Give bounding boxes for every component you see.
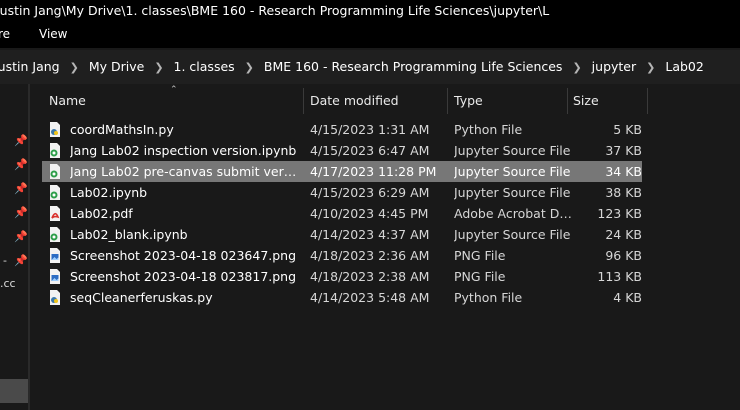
notebook-file-icon: [50, 227, 60, 242]
sidebar-item-fragment[interactable]: -: [3, 254, 7, 267]
file-size: 96 KB: [605, 248, 642, 263]
file-type: Jupyter Source File: [454, 227, 571, 242]
pin-icon[interactable]: 📌: [14, 254, 28, 267]
file-name: Screenshot 2023-04-18 023817.png: [70, 269, 297, 284]
pin-icon[interactable]: 📌: [14, 230, 28, 243]
menu-item-view[interactable]: View: [39, 27, 67, 41]
file-row[interactable]: Lab02_blank.ipynb 4/14/2023 4:37 AM Jupy…: [42, 224, 642, 245]
menu-bar: re View: [0, 22, 740, 48]
file-row-selected[interactable]: Jang Lab02 pre-canvas submit version.ipy…: [42, 161, 642, 182]
python-file-icon: [50, 122, 60, 137]
file-row[interactable]: Lab02.ipynb 4/15/2023 6:29 AM Jupyter So…: [42, 182, 642, 203]
python-file-icon: [50, 290, 60, 305]
file-type: PNG File: [454, 269, 506, 284]
file-size: 123 KB: [597, 206, 642, 221]
file-name: Lab02_blank.ipynb: [70, 227, 188, 242]
pin-icon[interactable]: 📌: [14, 158, 28, 171]
file-size: 113 KB: [597, 269, 642, 284]
sort-ascending-icon: ⌃: [170, 85, 178, 95]
file-date: 4/15/2023 6:47 AM: [310, 143, 430, 158]
file-row[interactable]: Jang Lab02 inspection version.ipynb 4/15…: [42, 140, 642, 161]
file-date: 4/10/2023 4:45 PM: [310, 206, 429, 221]
notebook-file-icon: [50, 185, 60, 200]
breadcrumb-my-drive[interactable]: My Drive: [89, 59, 144, 74]
file-type: Adobe Acrobat Document: [454, 206, 574, 221]
file-name: Lab02.pdf: [70, 206, 133, 221]
file-row[interactable]: Screenshot 2023-04-18 023647.png 4/18/20…: [42, 245, 642, 266]
column-header: ⌃ Name Date modified Type Size: [30, 85, 650, 114]
file-size: 37 KB: [605, 143, 642, 158]
file-size: 4 KB: [613, 290, 642, 305]
file-type: Jupyter Source File: [454, 143, 571, 158]
file-type: Jupyter Source File: [454, 164, 571, 179]
notebook-file-icon: [50, 143, 60, 158]
file-list: ⌃ Name Date modified Type Size coordMath…: [30, 84, 740, 410]
image-file-icon: [50, 269, 60, 284]
chevron-right-icon[interactable]: ❯: [70, 61, 79, 74]
pdf-file-icon: [50, 206, 60, 221]
image-file-icon: [50, 248, 60, 263]
column-size[interactable]: Size: [573, 93, 599, 108]
breadcrumb-jupyter[interactable]: jupyter: [592, 59, 636, 74]
file-date: 4/15/2023 1:31 AM: [310, 122, 430, 137]
file-type: Python File: [454, 122, 523, 137]
file-type: Jupyter Source File: [454, 185, 571, 200]
file-date: 4/14/2023 5:48 AM: [310, 290, 430, 305]
file-date: 4/15/2023 6:29 AM: [310, 185, 430, 200]
file-row[interactable]: seqCleanerferuskas.py 4/14/2023 5:48 AM …: [42, 287, 642, 308]
pin-icon[interactable]: 📌: [14, 134, 28, 147]
file-date: 4/17/2023 11:28 PM: [310, 164, 437, 179]
column-date[interactable]: Date modified: [310, 93, 399, 108]
file-row[interactable]: Screenshot 2023-04-18 023817.png 4/18/20…: [42, 266, 642, 287]
file-type: Python File: [454, 290, 523, 305]
file-size: 34 KB: [605, 164, 642, 179]
file-date: 4/18/2023 2:36 AM: [310, 248, 430, 263]
breadcrumb: Justin Jang ❯ My Drive ❯ 1. classes ❯ BME 160 …: [0, 59, 704, 74]
file-name: seqCleanerferuskas.py: [70, 290, 213, 305]
chevron-right-icon[interactable]: ❯: [154, 61, 163, 74]
column-divider[interactable]: [303, 88, 304, 114]
file-size: 5 KB: [613, 122, 642, 137]
breadcrumb-user[interactable]: Justin Jang: [0, 59, 60, 74]
breadcrumb-classes[interactable]: 1. classes: [174, 59, 235, 74]
column-name[interactable]: Name: [49, 93, 86, 108]
file-name: Screenshot 2023-04-18 023647.png: [70, 248, 297, 263]
file-name: Lab02.ipynb: [70, 185, 148, 200]
column-divider[interactable]: [447, 88, 448, 114]
file-row[interactable]: coordMathsIn.py 4/15/2023 1:31 AM Python…: [42, 119, 642, 140]
navigation-pane: 📌 📌 📌 📌 📌 - 📌 .cc: [0, 84, 30, 410]
pin-icon[interactable]: 📌: [14, 206, 28, 219]
file-date: 4/14/2023 4:37 AM: [310, 227, 430, 242]
breadcrumb-bme160[interactable]: BME 160 - Research Programming Life Scie…: [264, 59, 563, 74]
file-size: 24 KB: [605, 227, 642, 242]
window-title: Justin Jang\My Drive\1. classes\BME 160 …: [0, 3, 550, 18]
file-date: 4/18/2023 2:38 AM: [310, 269, 430, 284]
address-bar[interactable]: Justin Jang ❯ My Drive ❯ 1. classes ❯ BME 160 …: [0, 50, 740, 84]
file-type: PNG File: [454, 248, 506, 263]
sidebar-selected-item[interactable]: [0, 379, 28, 403]
notebook-file-icon: [50, 164, 60, 179]
chevron-right-icon[interactable]: ❯: [572, 61, 581, 74]
column-divider[interactable]: [647, 88, 648, 114]
chevron-right-icon[interactable]: ❯: [245, 61, 254, 74]
breadcrumb-lab02[interactable]: Lab02: [665, 59, 703, 74]
file-size: 38 KB: [605, 185, 642, 200]
menu-item-share[interactable]: re: [0, 27, 10, 41]
chevron-right-icon[interactable]: ❯: [646, 61, 655, 74]
file-row[interactable]: Lab02.pdf 4/10/2023 4:45 PM Adobe Acroba…: [42, 203, 642, 224]
file-name: coordMathsIn.py: [70, 122, 174, 137]
title-bar: Justin Jang\My Drive\1. classes\BME 160 …: [0, 0, 740, 22]
pin-icon[interactable]: 📌: [14, 182, 28, 195]
column-type[interactable]: Type: [454, 93, 483, 108]
sidebar-item-fragment[interactable]: .cc: [0, 277, 16, 290]
file-name: Jang Lab02 inspection version.ipynb: [70, 143, 297, 158]
file-name: Jang Lab02 pre-canvas submit version.ipy…: [70, 164, 302, 179]
column-divider[interactable]: [567, 88, 568, 114]
